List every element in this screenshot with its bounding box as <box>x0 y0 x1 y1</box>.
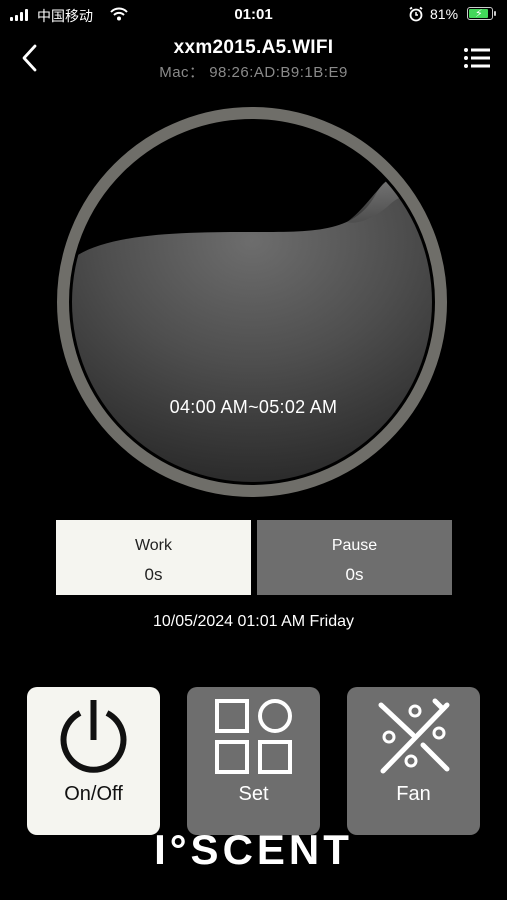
grid-icon <box>215 699 292 774</box>
menu-list-icon <box>464 48 490 68</box>
set-label: Set <box>238 783 269 805</box>
work-counter[interactable]: Work 0s <box>56 520 251 595</box>
work-label: Work <box>134 537 173 554</box>
liquid-gauge <box>72 174 432 482</box>
onoff-button[interactable]: On/Off <box>27 687 160 835</box>
pause-counter[interactable]: Pause 0s <box>257 520 452 595</box>
set-button[interactable]: Set <box>187 687 320 835</box>
onoff-label: On/Off <box>64 783 123 805</box>
pause-label: Pause <box>331 537 378 554</box>
current-datetime: 10/05/2024 01:01 AM Friday <box>152 613 355 630</box>
brand-logo: I°SCENT <box>154 826 353 873</box>
work-value: 0s <box>144 565 163 584</box>
mac-address: Mac： 98:26:AD:B9:1B:E9 <box>159 64 348 81</box>
fan-label: Fan <box>396 783 431 805</box>
pause-value: 0s <box>345 565 364 584</box>
power-icon <box>60 700 127 773</box>
alarm-icon <box>409 6 423 22</box>
battery-percent: 81% <box>430 6 459 22</box>
fan-icon <box>378 698 450 774</box>
battery-icon: ⚡ <box>467 7 493 20</box>
menu-button[interactable] <box>462 46 492 70</box>
time-range: 04:00 AM~05:02 AM <box>169 397 338 417</box>
device-title: xxm2015.A5.WIFI <box>173 37 334 58</box>
fan-button[interactable]: Fan <box>347 687 480 835</box>
status-bar: 中国移动 01:01 81% ⚡ <box>0 0 507 30</box>
